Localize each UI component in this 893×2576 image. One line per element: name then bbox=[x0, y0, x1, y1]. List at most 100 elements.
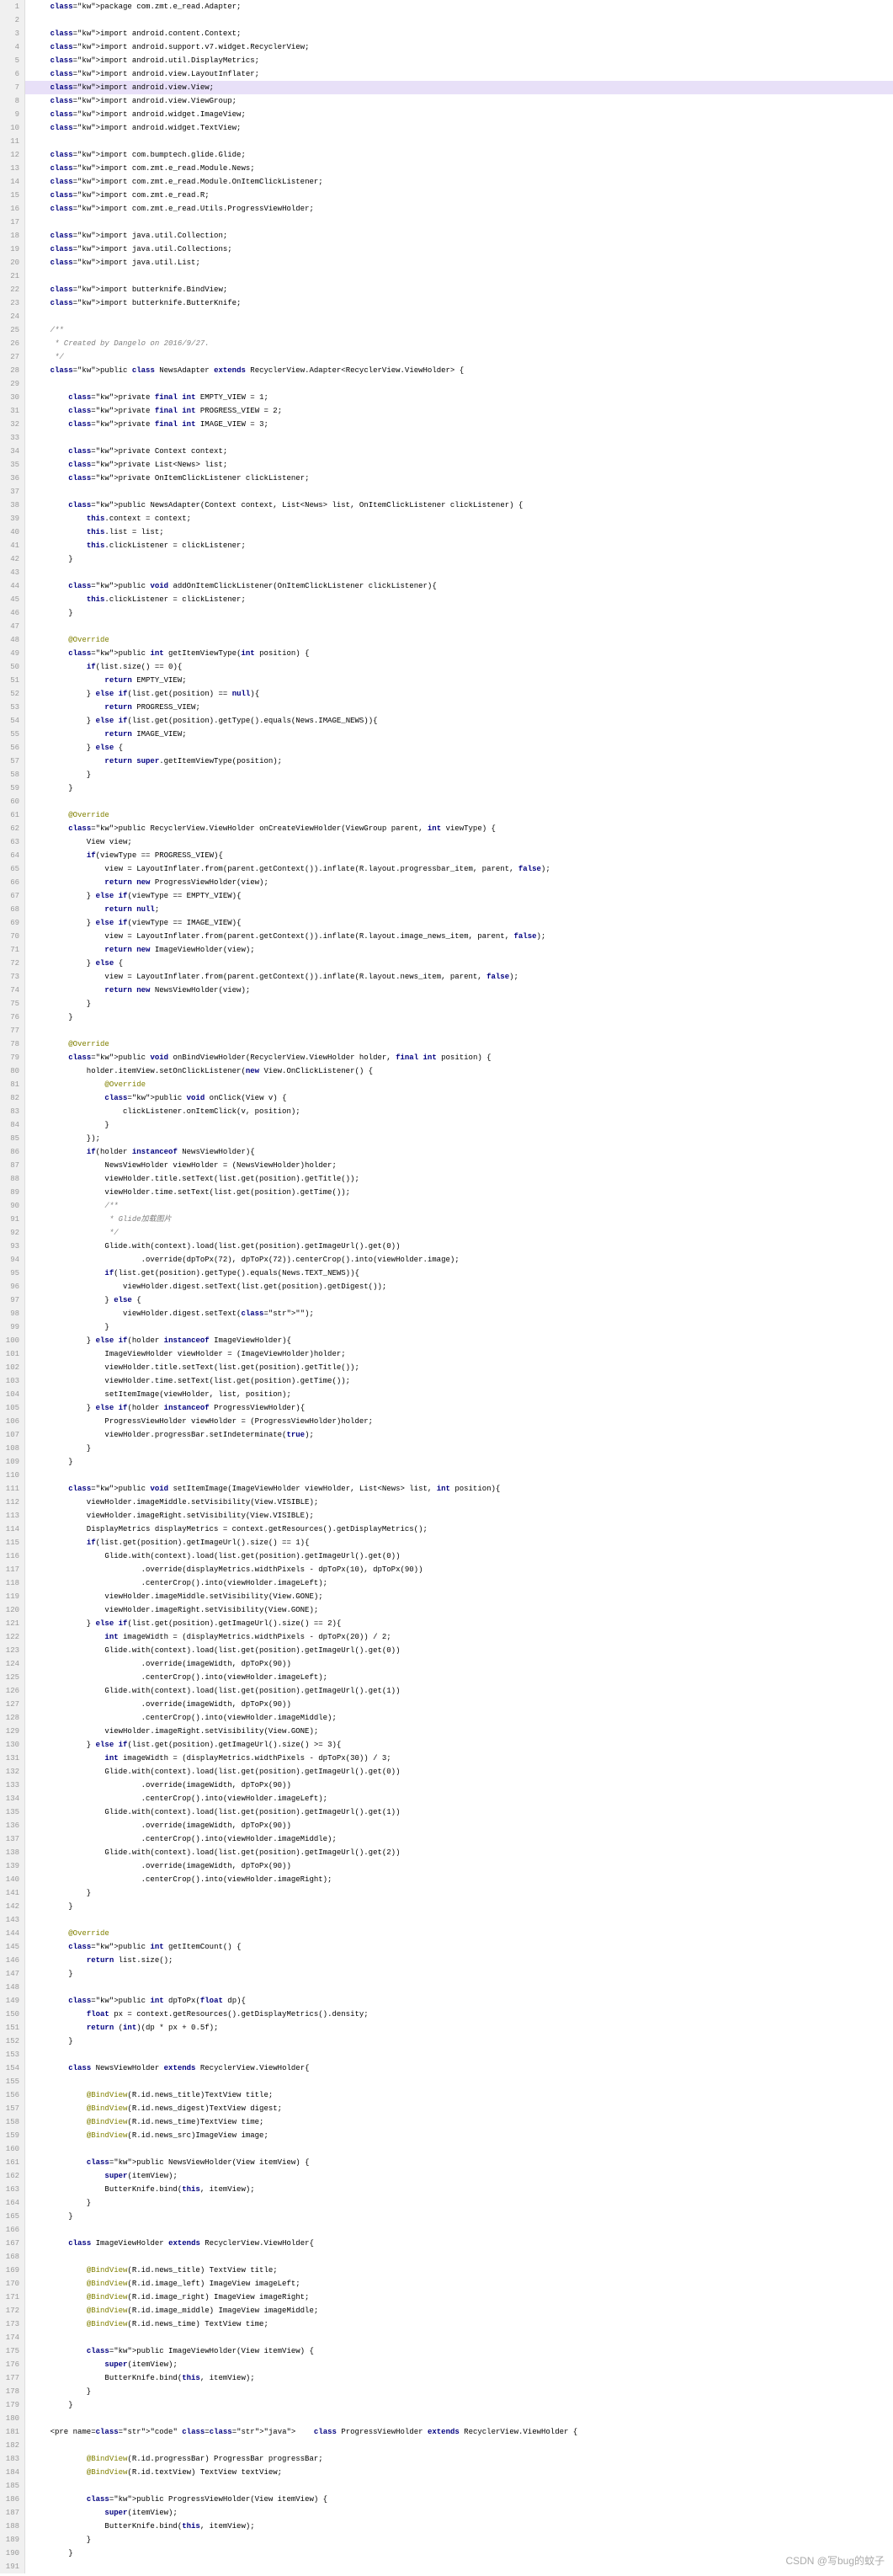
line-number: 17 bbox=[5, 216, 19, 229]
code-line: .centerCrop().into(viewHolder.imageLeft)… bbox=[25, 1576, 893, 1590]
line-number: 183 bbox=[5, 2452, 19, 2466]
line-number: 32 bbox=[5, 418, 19, 431]
code-line: } bbox=[25, 1900, 893, 1913]
line-number: 13 bbox=[5, 162, 19, 175]
line-number: 179 bbox=[5, 2398, 19, 2412]
code-line: } bbox=[25, 781, 893, 795]
code-line: } else { bbox=[25, 957, 893, 970]
line-number: 150 bbox=[5, 2008, 19, 2021]
code-line: } else if(list.get(position).getType().e… bbox=[25, 714, 893, 728]
code-line: viewHolder.time.setText(list.get(positio… bbox=[25, 1186, 893, 1199]
line-number: 12 bbox=[5, 148, 19, 162]
line-number: 135 bbox=[5, 1805, 19, 1819]
line-number: 149 bbox=[5, 1994, 19, 2008]
line-number: 89 bbox=[5, 1186, 19, 1199]
code-line: class="kw">public int getItemViewType(in… bbox=[25, 647, 893, 660]
line-number: 5 bbox=[5, 54, 19, 67]
line-number: 109 bbox=[5, 1455, 19, 1469]
line-number: 155 bbox=[5, 2075, 19, 2088]
line-number: 125 bbox=[5, 1671, 19, 1684]
code-line bbox=[25, 431, 893, 445]
code-line: class="kw">public class NewsAdapter exte… bbox=[25, 364, 893, 377]
line-number: 134 bbox=[5, 1792, 19, 1805]
code-line: super(itemView); bbox=[25, 2358, 893, 2371]
line-number: 75 bbox=[5, 997, 19, 1011]
code-line bbox=[25, 620, 893, 633]
code-line: class="kw">public int getItemCount() { bbox=[25, 1940, 893, 1954]
code-line: @Override bbox=[25, 1927, 893, 1940]
line-number: 131 bbox=[5, 1752, 19, 1765]
code-line: this.context = context; bbox=[25, 512, 893, 525]
code-line bbox=[25, 1024, 893, 1037]
code-line: ProgressViewHolder viewHolder = (Progres… bbox=[25, 1415, 893, 1428]
line-number: 70 bbox=[5, 930, 19, 943]
line-number: 79 bbox=[5, 1051, 19, 1064]
code-line: this.list = list; bbox=[25, 525, 893, 539]
line-number: 191 bbox=[5, 2560, 19, 2573]
code-line: .override(displayMetrics.widthPixels - d… bbox=[25, 1563, 893, 1576]
line-number: 26 bbox=[5, 337, 19, 350]
line-number: 185 bbox=[5, 2479, 19, 2493]
code-line: .override(imageWidth, dpToPx(90)) bbox=[25, 1779, 893, 1792]
code-line: class="kw">import com.zmt.e_read.R; bbox=[25, 189, 893, 202]
line-number: 105 bbox=[5, 1401, 19, 1415]
line-number: 146 bbox=[5, 1954, 19, 1967]
line-number: 158 bbox=[5, 2115, 19, 2129]
line-number: 38 bbox=[5, 499, 19, 512]
code-line: clickListener.onItemClick(v, position); bbox=[25, 1105, 893, 1118]
line-number: 190 bbox=[5, 2547, 19, 2560]
line-number: 47 bbox=[5, 620, 19, 633]
line-number: 90 bbox=[5, 1199, 19, 1213]
code-line: } bbox=[25, 2385, 893, 2398]
code-line: Glide.with(context).load(list.get(positi… bbox=[25, 1765, 893, 1779]
line-number: 42 bbox=[5, 552, 19, 566]
code-line: class="kw">public void setItemImage(Imag… bbox=[25, 1482, 893, 1496]
code-line: viewHolder.title.setText(list.get(positi… bbox=[25, 1172, 893, 1186]
code-line: } bbox=[25, 1455, 893, 1469]
line-number: 64 bbox=[5, 849, 19, 862]
code-line: class="kw">import java.util.Collections; bbox=[25, 243, 893, 256]
line-number: 37 bbox=[5, 485, 19, 499]
line-number: 106 bbox=[5, 1415, 19, 1428]
line-number: 113 bbox=[5, 1509, 19, 1523]
line-number: 74 bbox=[5, 984, 19, 997]
code-line: this.clickListener = clickListener; bbox=[25, 593, 893, 606]
code-line: this.clickListener = clickListener; bbox=[25, 539, 893, 552]
code-line: .override(imageWidth, dpToPx(90)) bbox=[25, 1819, 893, 1832]
code-line: return IMAGE_VIEW; bbox=[25, 728, 893, 741]
code-line bbox=[25, 269, 893, 283]
line-number: 6 bbox=[5, 67, 19, 81]
code-line: } bbox=[25, 1967, 893, 1981]
code-content[interactable]: class="kw">package com.zmt.e_read.Adapte… bbox=[25, 0, 893, 2573]
code-line: class="kw">import android.view.ViewGroup… bbox=[25, 94, 893, 108]
line-number: 184 bbox=[5, 2466, 19, 2479]
code-line bbox=[25, 485, 893, 499]
line-number: 137 bbox=[5, 1832, 19, 1846]
line-number: 147 bbox=[5, 1967, 19, 1981]
code-line: class="kw">private final int EMPTY_VIEW … bbox=[25, 391, 893, 404]
code-line: class="kw">import butterknife.BindView; bbox=[25, 283, 893, 296]
code-line: @BindView(R.id.textView) TextView textVi… bbox=[25, 2466, 893, 2479]
line-number: 124 bbox=[5, 1657, 19, 1671]
code-line: }); bbox=[25, 1132, 893, 1145]
code-line: view = LayoutInflater.from(parent.getCon… bbox=[25, 862, 893, 876]
line-number: 2 bbox=[5, 13, 19, 27]
line-number: 63 bbox=[5, 835, 19, 849]
code-line: viewHolder.digest.setText(list.get(posit… bbox=[25, 1280, 893, 1293]
line-number: 14 bbox=[5, 175, 19, 189]
line-number: 116 bbox=[5, 1549, 19, 1563]
code-line: class="kw">package com.zmt.e_read.Adapte… bbox=[25, 0, 893, 13]
code-line: @BindView(R.id.news_time) TextView time; bbox=[25, 2317, 893, 2331]
code-line: } else if(viewType == IMAGE_VIEW){ bbox=[25, 916, 893, 930]
code-line: class="kw">public ImageViewHolder(View i… bbox=[25, 2344, 893, 2358]
code-line: ButterKnife.bind(this, itemView); bbox=[25, 2520, 893, 2533]
code-line: @BindView(R.id.news_title)TextView title… bbox=[25, 2088, 893, 2102]
code-line: class="kw">private final int PROGRESS_VI… bbox=[25, 404, 893, 418]
line-number: 114 bbox=[5, 1523, 19, 1536]
line-number: 76 bbox=[5, 1011, 19, 1024]
code-line: NewsViewHolder viewHolder = (NewsViewHol… bbox=[25, 1159, 893, 1172]
line-number: 28 bbox=[5, 364, 19, 377]
code-line: class="kw">private final int IMAGE_VIEW … bbox=[25, 418, 893, 431]
code-line: class="kw">import com.zmt.e_read.Module.… bbox=[25, 175, 893, 189]
code-line: viewHolder.imageRight.setVisibility(View… bbox=[25, 1509, 893, 1523]
